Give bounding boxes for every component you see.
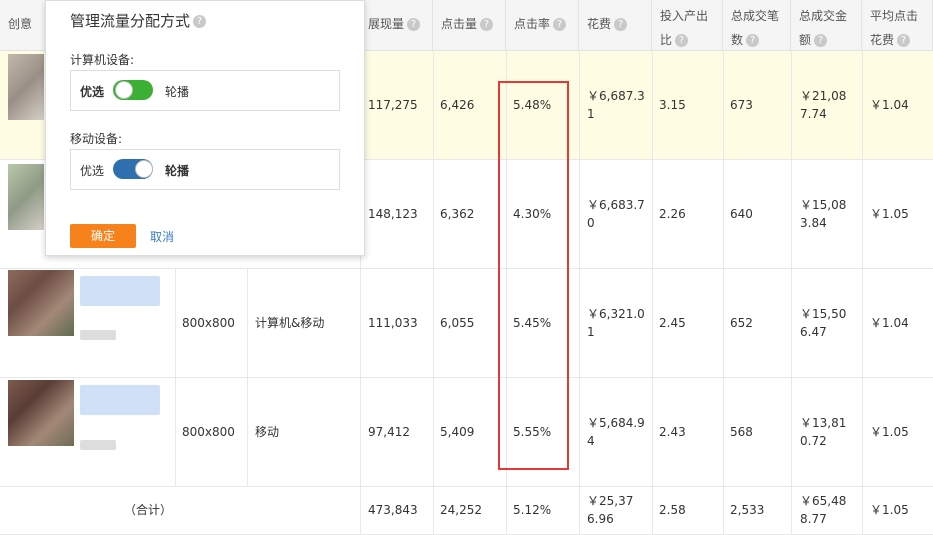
roi-value: 2.43: [659, 425, 686, 439]
gmv-value: ￥15,50 6.47: [800, 307, 847, 339]
total-clicks: 24,252: [440, 503, 482, 517]
impressions-value: 97,412: [368, 425, 410, 439]
help-icon[interactable]: ?: [814, 34, 828, 47]
total-cpc: ￥1.05: [870, 503, 909, 517]
total-impressions: 473,843: [368, 503, 418, 517]
popup-title: 管理流量分配方式?: [70, 10, 207, 31]
orders-value: 640: [730, 207, 753, 221]
divider: [862, 51, 863, 535]
total-label: （合计）: [124, 503, 173, 517]
divider: [791, 51, 792, 535]
orders-value: 652: [730, 316, 753, 330]
platform: 计算机&移动: [255, 316, 325, 330]
confirm-button[interactable]: 确定: [70, 224, 136, 248]
computer-allocation-box: 优选 轮播: [70, 70, 340, 111]
header-orders[interactable]: 总成交笔数?: [723, 0, 791, 51]
mobile-allocation-toggle[interactable]: [113, 159, 153, 179]
mobile-allocation-box: 优选 轮播: [70, 149, 340, 190]
creative-meta-blurred: [80, 330, 116, 340]
help-icon[interactable]: ?: [193, 15, 207, 28]
ctr-highlight-annotation: [498, 81, 569, 470]
roi-value: 2.45: [659, 316, 686, 330]
header-cpc[interactable]: 平均点击 花费?: [862, 0, 933, 51]
impressions-value: 117,275: [368, 98, 418, 112]
creative-thumbnail[interactable]: [8, 164, 44, 230]
divider: [652, 51, 653, 535]
cost-value: ￥6,683.7 0: [587, 198, 645, 230]
gmv-value: ￥13,81 0.72: [800, 416, 847, 448]
creative-thumbnail[interactable]: [8, 270, 74, 336]
option-rotate[interactable]: 轮播: [165, 162, 189, 179]
header-clicks[interactable]: 点击量?: [433, 0, 506, 51]
help-icon[interactable]: ?: [407, 18, 421, 31]
platform: 移动: [255, 425, 280, 439]
creative-thumbnail[interactable]: [8, 380, 74, 446]
clicks-value: 6,055: [440, 316, 475, 330]
help-icon[interactable]: ?: [746, 34, 760, 47]
divider: [175, 269, 176, 487]
header-impressions[interactable]: 展现量?: [360, 0, 433, 51]
creative-thumbnail[interactable]: [8, 54, 44, 120]
roi-value: 3.15: [659, 98, 686, 112]
cost-value: ￥6,321.0 1: [587, 307, 645, 339]
cost-value: ￥6,687.3 1: [587, 89, 645, 121]
clicks-value: 6,426: [440, 98, 475, 112]
toggle-knob: [115, 81, 133, 99]
cpc-value: ￥1.05: [870, 207, 909, 221]
computer-allocation-toggle[interactable]: [113, 80, 153, 100]
divider: [723, 51, 724, 535]
total-ctr: 5.12%: [513, 503, 552, 517]
toggle-knob: [135, 160, 153, 178]
total-gmv: ￥65,48 8.77: [800, 494, 847, 526]
option-preferred[interactable]: 优选: [80, 83, 104, 100]
clicks-value: 6,362: [440, 207, 475, 221]
impressions-value: 148,123: [368, 207, 418, 221]
cost-value: ￥5,684.9 4: [587, 416, 645, 448]
header-cost[interactable]: 花费?: [579, 0, 652, 51]
total-orders: 2,533: [730, 503, 765, 517]
cpc-value: ￥1.04: [870, 316, 909, 330]
help-icon[interactable]: ?: [897, 34, 911, 47]
divider: [433, 51, 434, 535]
help-icon[interactable]: ?: [480, 18, 494, 31]
help-icon[interactable]: ?: [675, 34, 689, 47]
cancel-link[interactable]: 取消: [150, 228, 174, 245]
gmv-value: ￥21,08 7.74: [800, 89, 847, 121]
creative-title-blurred[interactable]: [80, 385, 160, 415]
header-ctr[interactable]: 点击率?: [506, 0, 579, 51]
option-preferred[interactable]: 优选: [80, 162, 104, 179]
creative-size: 800x800: [182, 316, 235, 330]
divider: [579, 51, 580, 535]
creative-title-blurred[interactable]: [80, 276, 160, 306]
cpc-value: ￥1.04: [870, 98, 909, 112]
roi-value: 2.26: [659, 207, 686, 221]
gmv-value: ￥15,08 3.84: [800, 198, 847, 230]
help-icon[interactable]: ?: [614, 18, 628, 31]
computer-device-label: 计算机设备:: [70, 53, 135, 67]
help-icon[interactable]: ?: [553, 18, 567, 31]
header-roi[interactable]: 投入产出比?: [652, 0, 723, 51]
orders-value: 673: [730, 98, 753, 112]
creative-size: 800x800: [182, 425, 235, 439]
orders-value: 568: [730, 425, 753, 439]
option-rotate[interactable]: 轮播: [165, 83, 189, 100]
clicks-value: 5,409: [440, 425, 475, 439]
total-cost: ￥25,37 6.96: [587, 494, 634, 526]
mobile-device-label: 移动设备:: [70, 132, 123, 146]
cpc-value: ￥1.05: [870, 425, 909, 439]
traffic-allocation-popup: 管理流量分配方式? 计算机设备: 优选 轮播 移动设备: 优选 轮播 确定 取消: [45, 0, 365, 256]
total-roi: 2.58: [659, 503, 686, 517]
header-gmv[interactable]: 总成交金额?: [791, 0, 862, 51]
divider: [247, 269, 248, 487]
creative-meta-blurred: [80, 440, 116, 450]
impressions-value: 111,033: [368, 316, 418, 330]
